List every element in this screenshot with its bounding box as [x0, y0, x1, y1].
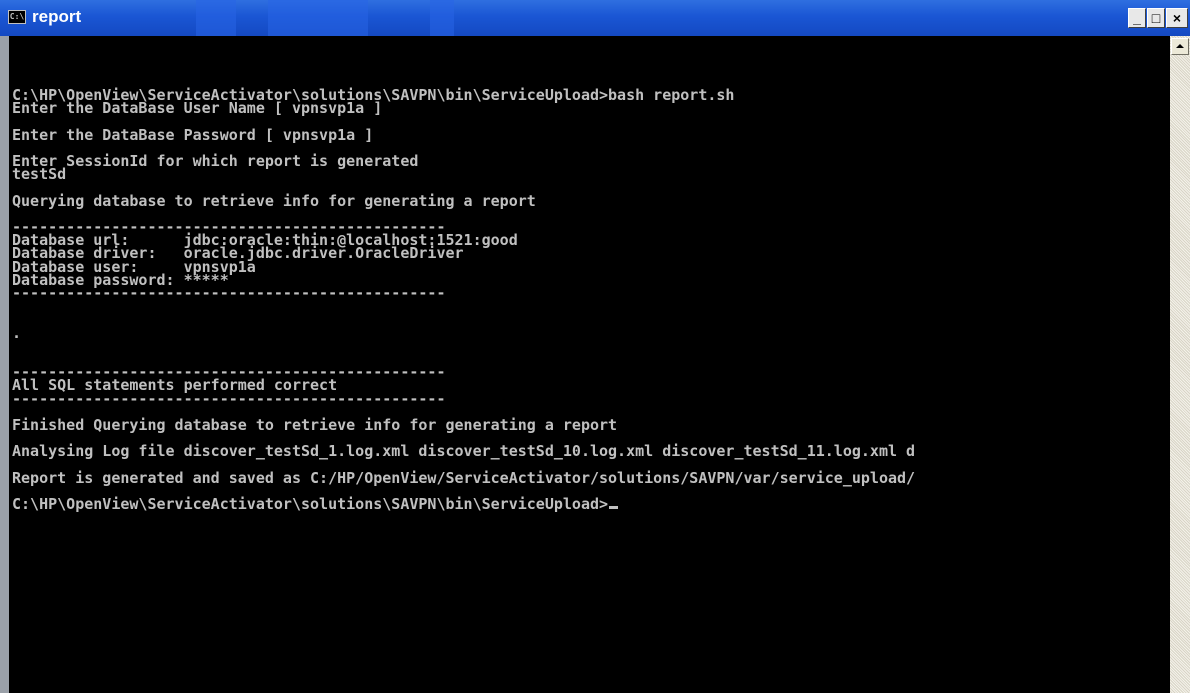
minimize-button[interactable]: _: [1128, 8, 1146, 28]
console-output[interactable]: C:\HP\OpenView\ServiceActivator\solution…: [0, 36, 1170, 693]
console-line: Enter the DataBase Password [ vpnsvp1a ]: [12, 125, 374, 144]
title-bar[interactable]: C:\ report _ □ ×: [0, 0, 1190, 36]
console-line: Finished Querying database to retrieve i…: [12, 415, 618, 434]
close-button[interactable]: ×: [1166, 8, 1188, 28]
console-line: Report is generated and saved as C:/HP/O…: [12, 468, 916, 487]
title-bar-highlight: [268, 0, 368, 36]
console-line: .: [12, 323, 22, 342]
console-line: ----------------------------------------…: [12, 389, 446, 408]
console-line: Analysing Log file discover_testSd_1.log…: [12, 442, 916, 461]
title-bar-highlight: [430, 0, 454, 36]
console-line: ----------------------------------------…: [12, 284, 446, 302]
scroll-up-arrow-icon[interactable]: [1171, 38, 1189, 55]
text-cursor: [609, 506, 619, 509]
vertical-scrollbar[interactable]: [1170, 36, 1190, 693]
maximize-button[interactable]: □: [1147, 8, 1165, 28]
window-title: report: [32, 7, 82, 26]
console-line: C:\HP\OpenView\ServiceActivator\solution…: [12, 496, 915, 512]
console-line: Querying database to retrieve info for g…: [12, 191, 536, 210]
console-line: Enter the DataBase User Name [ vpnsvp1a …: [12, 99, 383, 118]
console-text: C:\HP\OpenView\ServiceActivator\solution…: [12, 76, 916, 512]
console-line: testSd: [12, 165, 67, 184]
title-bar-highlight: [196, 0, 236, 36]
console-icon[interactable]: C:\: [8, 10, 26, 24]
console-line: Enter SessionId for which report is gene…: [12, 152, 419, 171]
